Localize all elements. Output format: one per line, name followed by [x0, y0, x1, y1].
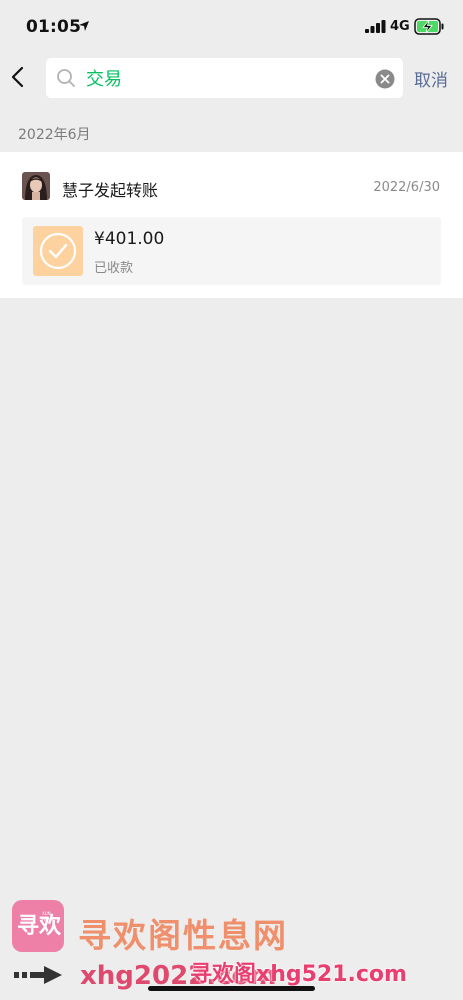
status-time: 01:05 — [26, 17, 82, 37]
svg-text:HUAN: HUAN — [42, 917, 54, 922]
watermark-logo: 寻欢 XUN HUAN — [12, 900, 64, 952]
transfer-amount: ¥401.00 — [94, 229, 165, 249]
search-icon — [57, 69, 75, 87]
watermark-title: 寻欢阁性息网 — [78, 916, 288, 955]
clear-icon[interactable] — [375, 69, 395, 89]
avatar-image — [22, 172, 50, 200]
cancel-button[interactable]: 取消 — [414, 66, 448, 91]
watermark-url-front: 寻欢阁xhg521.com — [190, 962, 407, 987]
battery-charging-icon — [414, 18, 444, 35]
transfer-status: 已收款 — [94, 261, 134, 276]
transfer-icon-container — [33, 226, 83, 276]
result-date: 2022/6/30 — [373, 180, 440, 195]
svg-text:寻欢: 寻欢 — [17, 913, 62, 939]
avatar[interactable] — [22, 172, 50, 200]
svg-text:XUN: XUN — [42, 911, 51, 916]
status-bar: 01:05 4G — [0, 0, 463, 50]
sender-text: 慧子发起转账 — [62, 181, 159, 200]
search-result-card[interactable]: 慧子发起转账 2022/6/30 ¥401.00 已收款 — [0, 152, 463, 298]
watermark-logo-mark: 寻欢 XUN HUAN — [17, 911, 62, 939]
arrow-right-icon — [14, 966, 62, 984]
home-indicator[interactable] — [148, 986, 315, 991]
signal-bars-icon — [365, 20, 386, 33]
check-circle-icon — [39, 232, 77, 270]
transfer-message[interactable]: ¥401.00 已收款 — [22, 217, 441, 285]
search-header: 取消 — [0, 52, 463, 102]
network-type: 4G — [390, 19, 410, 34]
search-box[interactable] — [46, 58, 403, 98]
search-input[interactable] — [86, 64, 366, 92]
location-arrow-icon — [79, 21, 89, 31]
section-date-label: 2022年6月 — [18, 127, 91, 143]
chevron-left-icon[interactable] — [8, 62, 30, 92]
